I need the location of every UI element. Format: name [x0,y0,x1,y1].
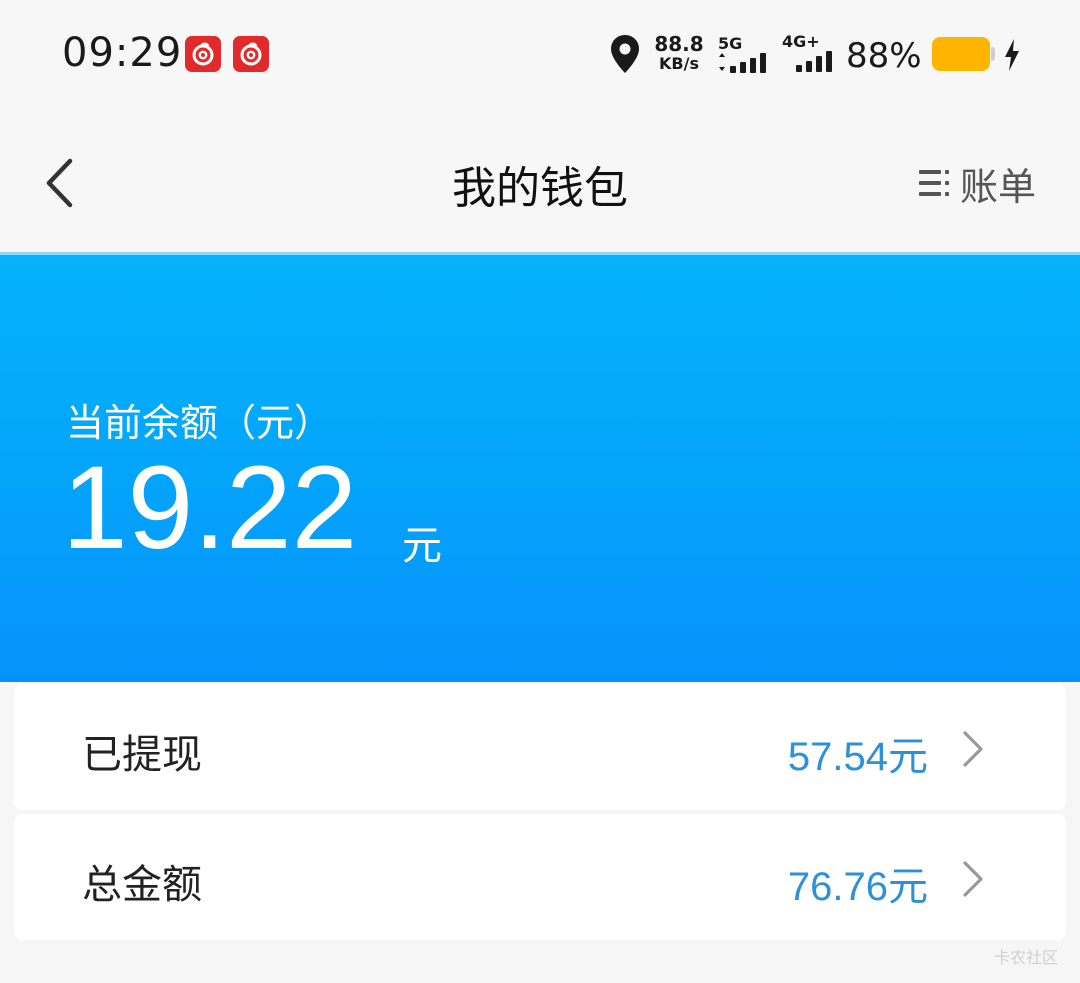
total-amount-value: 76.76元 [787,865,928,909]
list-icon [918,170,949,196]
withdrawn-value: 57.54元 [787,735,928,779]
network-type-4g: 4G+ [782,32,820,51]
bill-label: 账单 [959,164,1036,209]
total-amount-row[interactable]: 总金额 76.76元 [14,814,1066,940]
withdrawn-row[interactable]: 已提现 57.54元 [14,684,1066,810]
balance-unit: 元 [402,523,442,569]
total-amount-label: 总金额 [82,862,202,908]
chevron-right-icon [963,861,983,897]
back-button[interactable] [34,158,84,208]
network-speed-value: 88.8 [654,32,704,56]
network-speed: 88.8 KB/s [654,34,704,74]
withdrawn-label: 已提现 [82,732,202,778]
status-bar: 09:29 88.8 KB/s 5G 4G+ 88% [0,0,1080,110]
watermark: 卡农社区 [993,948,1058,967]
balance-panel: 当前余额（元） 19.22 元 [0,252,1080,682]
battery-icon [932,37,990,71]
balance-value: 19.22 [62,442,358,574]
balance-label: 当前余额（元） [66,401,333,445]
charging-icon [1005,39,1019,71]
netease-music-icon [233,36,269,72]
location-pin-icon [610,34,640,78]
signal-icon [719,53,766,73]
back-arrow-icon [46,158,73,208]
signal-icon [796,51,832,72]
chevron-right-icon [963,731,983,767]
network-type-5g: 5G [718,34,743,53]
clock: 09:29 [62,30,183,76]
top-bar: 我的钱包 账单 [0,110,1080,252]
netease-music-icon [185,36,221,72]
bill-button[interactable]: 账单 [918,158,1036,209]
battery-percent: 88% [846,36,922,76]
battery-tip [991,47,995,61]
network-speed-unit: KB/s [659,54,699,73]
